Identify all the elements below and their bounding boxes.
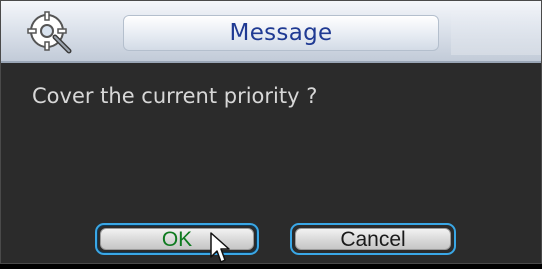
- title-pill: Message: [123, 15, 439, 51]
- cancel-button[interactable]: Cancel: [290, 223, 456, 255]
- dialog-title: Message: [229, 20, 333, 46]
- settings-gear-icon: [25, 7, 73, 55]
- dialog-message: Cover the current priority ?: [32, 84, 318, 108]
- mouse-pointer-icon: [209, 231, 237, 265]
- cancel-button-label: Cancel: [295, 228, 451, 251]
- titlebar-decoration: [451, 7, 541, 55]
- message-dialog: Message Cover the current priority ? OK …: [0, 0, 542, 264]
- dialog-titlebar: Message: [1, 1, 541, 63]
